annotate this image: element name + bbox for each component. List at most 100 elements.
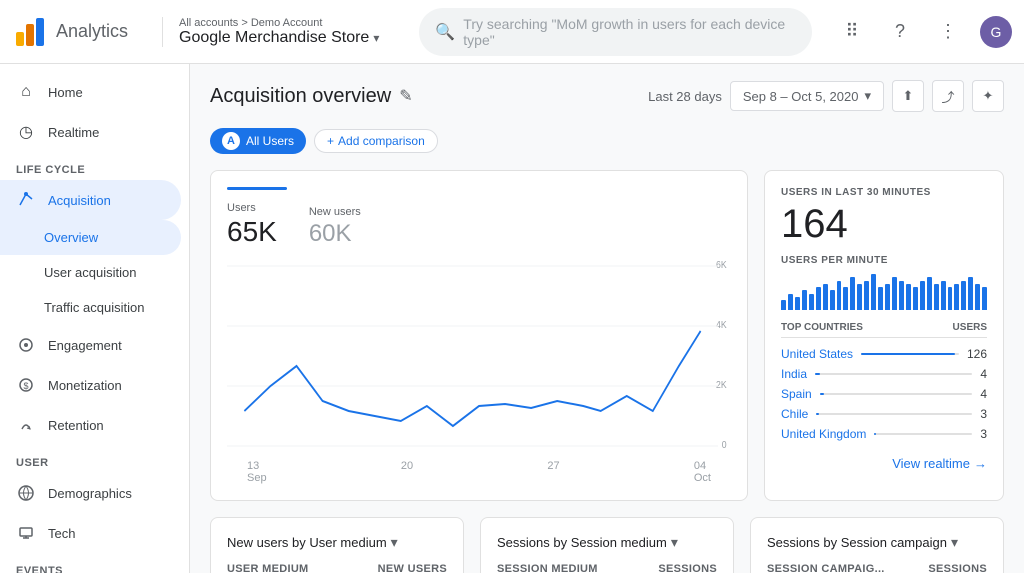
rt-country-name[interactable]: United States (781, 347, 853, 361)
more-options-icon-btn[interactable]: ⋮ (932, 16, 964, 48)
rt-bar-item (857, 284, 862, 310)
rt-country-name[interactable]: Spain (781, 387, 812, 401)
property-title[interactable]: Google Merchandise Store ▾ (179, 29, 379, 47)
monetization-icon: $ (16, 375, 36, 395)
axis-label-sep13: 13Sep (247, 460, 267, 484)
bottom-card-0: New users by User medium ▾ USER MEDIUM N… (210, 517, 464, 573)
sidebar-item-retention[interactable]: Retention (0, 405, 181, 445)
logo: Analytics (12, 14, 162, 50)
add-comparison-btn[interactable]: + Add comparison (314, 129, 438, 153)
breadcrumb: All accounts > Demo Account (179, 17, 379, 29)
topbar-actions: ⠿ ? ⋮ G (836, 16, 1012, 48)
rt-country-bar-wrap (820, 393, 973, 395)
user-section-label: USER (0, 445, 189, 473)
svg-text:0: 0 (722, 439, 727, 450)
users-metric-label: Users (227, 202, 277, 214)
sidebar-item-tech[interactable]: Tech (0, 513, 181, 553)
topbar: Analytics All accounts > Demo Account Go… (0, 0, 1024, 64)
rt-bar-item (850, 277, 855, 310)
sidebar-item-label-realtime: Realtime (48, 125, 99, 140)
rt-bar-item (788, 294, 793, 310)
rt-bar-item (906, 284, 911, 310)
edit-icon[interactable]: ✎ (399, 86, 412, 106)
search-icon: 🔍 (435, 22, 455, 42)
sidebar-item-traffic-acquisition[interactable]: Traffic acquisition (0, 290, 181, 325)
bottom-card-cols-2: SESSION CAMPAIG... SESSIONS (767, 563, 987, 573)
rt-bar-item (809, 294, 814, 310)
rt-bar-item (941, 281, 946, 310)
main-chart-card: Users 65K New users 60K 6K 4K 2K (210, 170, 748, 501)
new-users-metric-value: 60K (309, 220, 361, 248)
bottom-card-cols-0: USER MEDIUM NEW USERS (227, 563, 447, 573)
bottom-card-title-0[interactable]: New users by User medium ▾ (227, 534, 447, 551)
sidebar-item-user-acquisition[interactable]: User acquisition (0, 255, 181, 290)
rt-bar-item (843, 287, 848, 310)
rt-country-count: 126 (967, 347, 987, 361)
rt-country-name[interactable]: Chile (781, 407, 808, 421)
chart-axis-labels: 13Sep 20 27 04Oct (227, 460, 731, 484)
main-layout: ⌂ Home ◷ Realtime LIFE CYCLE Acquisition… (0, 64, 1024, 573)
rt-country-bar-wrap (815, 373, 972, 375)
rt-country-row: United States 126 (781, 344, 987, 364)
sidebar-item-acquisition[interactable]: Acquisition (0, 180, 181, 220)
account-info: All accounts > Demo Account Google Merch… (162, 17, 395, 47)
page-header: Acquisition overview ✎ Last 28 days Sep … (210, 80, 1004, 112)
rt-country-name[interactable]: India (781, 367, 807, 381)
date-picker[interactable]: Sep 8 – Oct 5, 2020 ▾ (730, 81, 884, 111)
help-icon-btn[interactable]: ? (884, 16, 916, 48)
rt-bar-item (975, 284, 980, 310)
rt-countries-list: United States 126 India 4 Spain 4 Chile … (781, 344, 987, 444)
rt-country-count: 3 (980, 407, 987, 421)
bottom-col-2-2: SESSIONS (928, 563, 987, 573)
bottom-card-title-2[interactable]: Sessions by Session campaign ▾ (767, 534, 987, 551)
svg-text:$: $ (24, 381, 29, 391)
axis-label-sep20: 20 (401, 460, 413, 484)
rt-country-name[interactable]: United Kingdom (781, 427, 866, 441)
sidebar-item-overview[interactable]: Overview (0, 220, 181, 255)
apps-icon-btn[interactable]: ⠿ (836, 16, 868, 48)
export-icon-btn[interactable]: ⬆ (892, 80, 924, 112)
sidebar-item-monetization[interactable]: $ Monetization (0, 365, 181, 405)
sidebar-item-realtime[interactable]: ◷ Realtime (0, 112, 181, 152)
bottom-card-title-1[interactable]: Sessions by Session medium ▾ (497, 534, 717, 551)
svg-text:6K: 6K (716, 259, 727, 270)
rt-bar-item (878, 287, 883, 310)
insights-icon-btn[interactable]: ✦ (972, 80, 1004, 112)
rt-country-row: Spain 4 (781, 384, 987, 404)
sidebar-item-label-user-acq: User acquisition (44, 265, 137, 280)
sidebar-item-label-acquisition: Acquisition (48, 193, 111, 208)
rt-col-users: USERS (953, 322, 987, 333)
rt-country-bar-wrap (816, 413, 972, 415)
realtime-icon: ◷ (16, 122, 36, 142)
rt-bar-item (837, 281, 842, 310)
avatar[interactable]: G (980, 16, 1012, 48)
rt-bar-item (871, 274, 876, 310)
svg-text:2K: 2K (716, 379, 727, 390)
search-box[interactable]: 🔍 Try searching "MoM growth in users for… (419, 8, 812, 56)
rt-country-count: 4 (980, 367, 987, 381)
view-realtime-link[interactable]: View realtime → (781, 456, 987, 471)
realtime-card: USERS IN LAST 30 MINUTES 164 USERS PER M… (764, 170, 1004, 501)
add-comparison-label: Add comparison (338, 134, 425, 148)
users-metric: Users 65K (227, 202, 277, 248)
segment-row: A All Users + Add comparison (210, 128, 1004, 154)
rt-country-bar (874, 433, 876, 435)
sidebar-item-label-retention: Retention (48, 418, 104, 433)
rt-country-bar-wrap (874, 433, 972, 435)
rt-bar-item (920, 281, 925, 310)
view-realtime-label: View realtime (892, 456, 970, 471)
bottom-col-2-0: NEW USERS (378, 563, 447, 573)
rt-bar-item (885, 284, 890, 310)
share-icon-btn[interactable]: ⤴ (932, 80, 964, 112)
analytics-logo-text: Analytics (56, 21, 128, 42)
rt-bar-item (961, 281, 966, 310)
sidebar-item-home[interactable]: ⌂ Home (0, 72, 181, 112)
rt-country-row: India 4 (781, 364, 987, 384)
sidebar-item-engagement[interactable]: Engagement (0, 325, 181, 365)
sidebar-item-demographics[interactable]: Demographics (0, 473, 181, 513)
retention-icon (16, 415, 36, 435)
chart-tab-line (227, 187, 287, 190)
rt-bar-item (948, 287, 953, 310)
search-placeholder: Try searching "MoM growth in users for e… (463, 16, 796, 48)
segment-badge[interactable]: A All Users (210, 128, 306, 154)
